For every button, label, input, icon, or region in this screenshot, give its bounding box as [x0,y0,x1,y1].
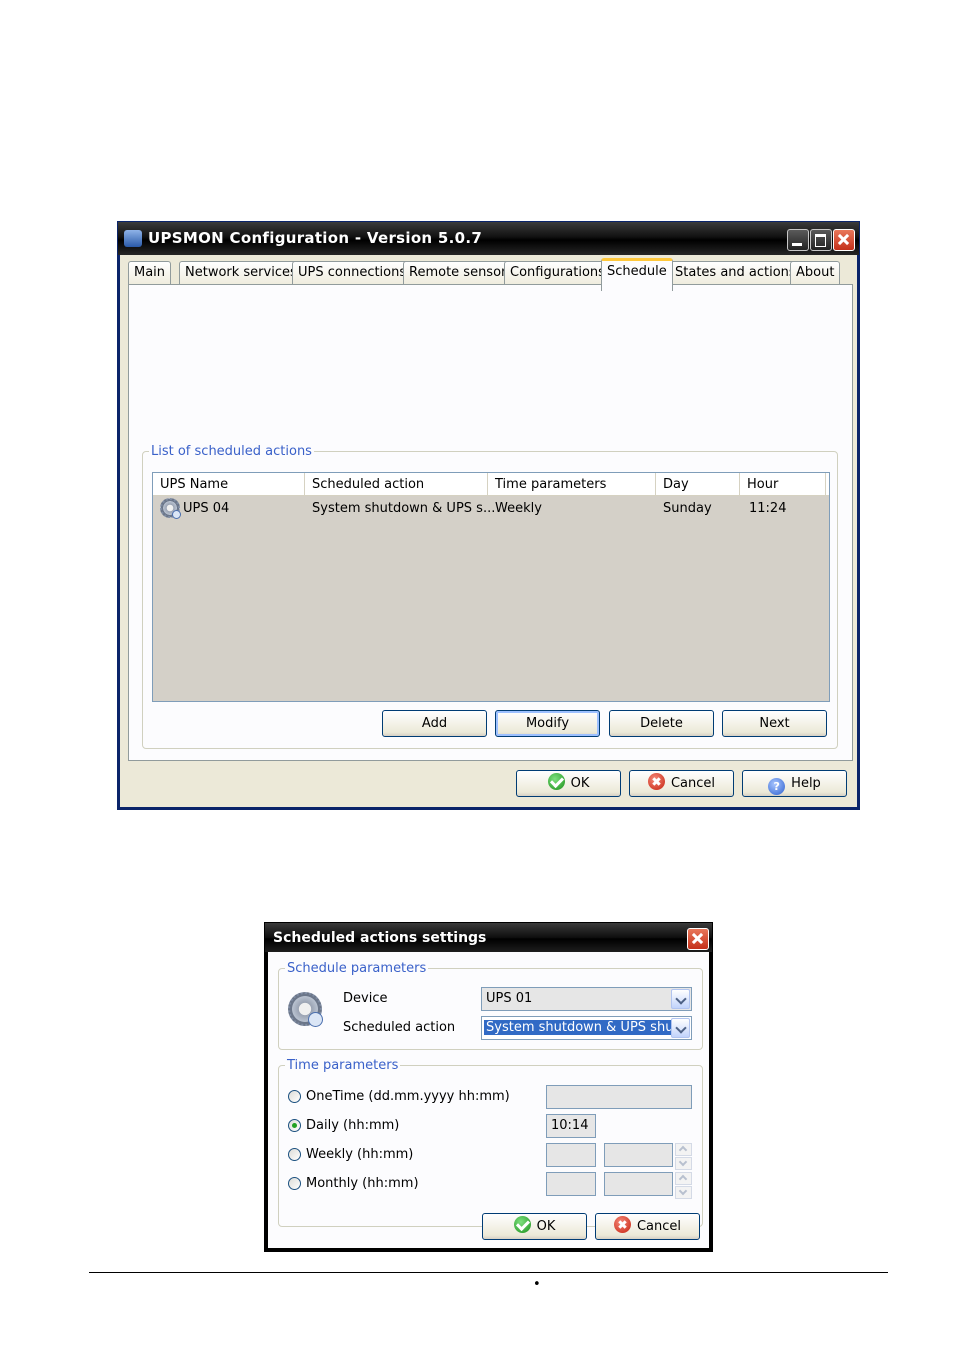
radio-weekly-label: Weekly (hh:mm) [306,1147,414,1162]
tab-label: Network services [185,265,297,280]
cancel-button[interactable]: Cancel [629,770,734,797]
spin-up-icon[interactable] [675,1143,692,1156]
onetime-field[interactable] [546,1085,692,1109]
window-client-area: Main Network services UPS connections Re… [120,255,857,807]
scheduled-action-select[interactable]: System shutdown & UPS shutdo [481,1016,692,1040]
monthly-time-field[interactable] [546,1172,596,1196]
cancel-x-icon [613,1216,631,1233]
tab-label: States and actions [675,265,796,280]
weekly-day-spinner[interactable] [675,1143,692,1170]
app-icon [124,230,142,247]
add-button[interactable]: Add [382,710,487,737]
spin-up-icon[interactable] [675,1172,692,1185]
daily-time-field[interactable]: 10:14 [546,1114,596,1138]
ok-label: OK [570,776,590,791]
cell-day: Sunday [663,501,712,516]
device-label: Device [343,991,388,1006]
tab-label: UPS connections [298,265,407,280]
chevron-down-icon[interactable] [671,989,690,1009]
ok-check-icon [547,773,565,790]
ok-button[interactable]: OK [516,770,621,797]
table-row[interactable]: UPS 04 System shutdown & UPS s... Weekly… [153,496,829,520]
help-button[interactable]: ? Help [742,770,847,797]
dialog-client-area: Schedule parameters Device UPS 01 Schedu… [268,952,709,1248]
gear-clock-icon [160,498,181,519]
radio-monthly-button[interactable] [288,1177,301,1190]
group-title: Schedule parameters [285,961,429,976]
scheduled-actions-group: List of scheduled actions UPS Name Sched… [142,444,838,749]
dialog-title: Scheduled actions settings [273,930,487,946]
radio-daily-label: Daily (hh:mm) [306,1118,400,1133]
modify-button[interactable]: Modify [495,710,600,737]
close-icon[interactable] [833,229,855,251]
help-question-icon: ? [768,778,786,795]
tab-schedule[interactable]: Schedule [601,258,673,291]
scheduled-actions-list[interactable]: UPS Name Scheduled action Time parameter… [152,472,830,702]
list-header: UPS Name Scheduled action Time parameter… [153,473,829,496]
minimize-icon[interactable] [787,229,809,251]
cancel-label: Cancel [670,776,716,791]
radio-onetime-button[interactable] [288,1090,301,1103]
dialog-cancel-button[interactable]: Cancel [595,1213,700,1240]
page-footer-bullet: • [533,1277,541,1292]
delete-button[interactable]: Delete [609,710,714,737]
tab-label: Configurations [510,265,605,280]
time-parameters-group: Time parameters OneTime (dd.mm.yyyy hh:m… [278,1058,703,1227]
schedule-tab-panel: List of scheduled actions UPS Name Sched… [128,284,853,761]
group-title: List of scheduled actions [149,444,314,459]
column-header-ups-name[interactable]: UPS Name [153,473,305,495]
cancel-x-icon [647,773,665,790]
ok-check-icon [513,1216,531,1233]
group-title: Time parameters [285,1058,401,1073]
tab-label: Schedule [607,264,667,279]
close-icon[interactable] [687,928,709,950]
radio-weekly-button[interactable] [288,1148,301,1161]
next-button[interactable]: Next [722,710,827,737]
column-header-hour[interactable]: Hour [740,473,826,495]
cancel-label: Cancel [636,1219,682,1234]
tab-label: Remote sensor [409,265,507,280]
cell-hour: 11:24 [749,501,787,516]
tab-label: About [796,265,835,280]
cell-ups-name: UPS 04 [183,501,230,516]
schedule-parameters-group: Schedule parameters Device UPS 01 Schedu… [278,961,703,1050]
monthly-day-field[interactable] [604,1172,673,1196]
dialog-title-bar[interactable]: Scheduled actions settings [265,923,712,952]
dialog-ok-button[interactable]: OK [482,1213,587,1240]
monthly-day-spinner[interactable] [675,1172,692,1199]
maximize-icon[interactable] [810,229,832,251]
device-value: UPS 01 [486,991,533,1006]
radio-monthly-label: Monthly (hh:mm) [306,1176,419,1191]
device-select[interactable]: UPS 01 [481,987,692,1011]
scheduled-actions-settings-dialog: Scheduled actions settings Schedule para… [264,922,713,1252]
cell-time-parameters: Weekly [495,501,542,516]
spin-down-icon[interactable] [675,1157,692,1170]
scheduled-action-label: Scheduled action [343,1020,456,1035]
column-header-day[interactable]: Day [656,473,740,495]
radio-onetime-label: OneTime (dd.mm.yyyy hh:mm) [306,1089,510,1104]
chevron-down-icon[interactable] [671,1018,690,1038]
upsmon-config-window: UPSMON Configuration - Version 5.0.7 Mai… [117,221,860,810]
tab-label: Main [134,265,166,280]
ok-label: OK [536,1219,556,1234]
window-title: UPSMON Configuration - Version 5.0.7 [148,229,483,247]
radio-daily-button[interactable] [288,1119,301,1132]
title-bar[interactable]: UPSMON Configuration - Version 5.0.7 [118,222,859,255]
weekly-day-field[interactable] [604,1143,673,1167]
scheduled-action-value: System shutdown & UPS shutdo [484,1020,671,1035]
spin-down-icon[interactable] [675,1186,692,1199]
page-footer-rule [89,1272,888,1273]
column-header-scheduled-action[interactable]: Scheduled action [305,473,488,495]
gear-clock-icon [288,992,323,1027]
weekly-time-field[interactable] [546,1143,596,1167]
help-label: Help [791,776,821,791]
column-header-time-parameters[interactable]: Time parameters [488,473,656,495]
cell-scheduled-action: System shutdown & UPS s... [312,501,496,516]
